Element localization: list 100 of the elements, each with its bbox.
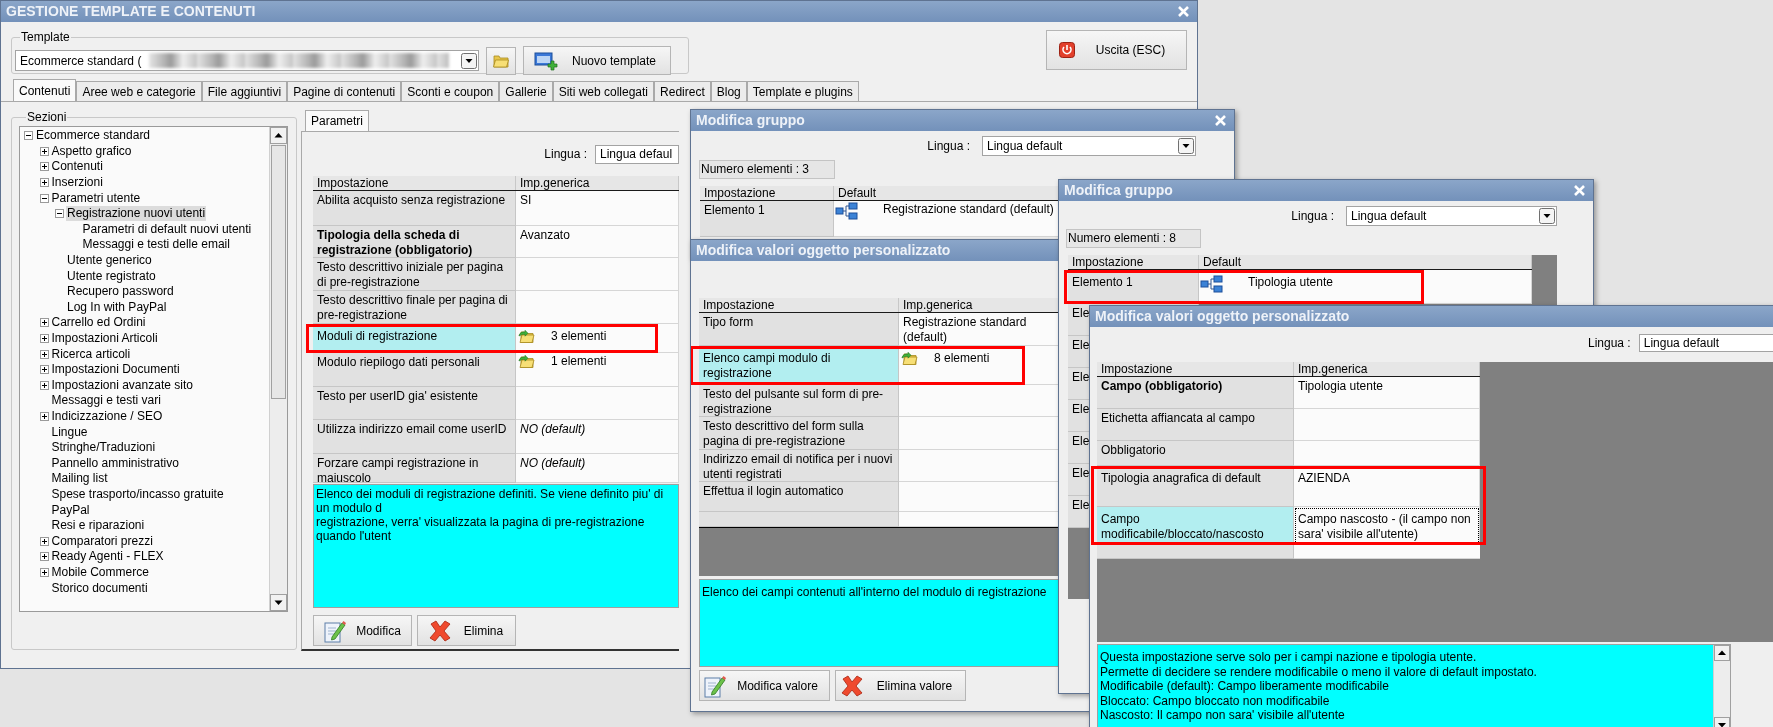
tree-item[interactable]: Ricerca articoli bbox=[50, 346, 132, 362]
tree-item[interactable]: Parametri utente bbox=[50, 190, 142, 206]
tab[interactable]: Contenuti bbox=[13, 79, 77, 101]
tab[interactable]: Redirect bbox=[654, 81, 711, 101]
language-dropdown[interactable]: Lingua defaul bbox=[595, 144, 679, 164]
tree-item[interactable]: Utente registrato bbox=[66, 268, 157, 284]
exit-button[interactable]: Uscita (ESC) bbox=[1046, 30, 1187, 70]
description-line: Modificabile (default): Campo liberamente modificabile bbox=[1100, 679, 1390, 694]
tree-item[interactable]: Messaggi e testi vari bbox=[50, 393, 162, 409]
setting-name: Campo (obbligatorio) bbox=[1097, 377, 1294, 409]
tree-item[interactable]: Messaggi e testi delle email bbox=[81, 237, 231, 253]
expand-icon[interactable] bbox=[39, 567, 49, 577]
tab[interactable]: Aree web e categorie bbox=[76, 81, 202, 101]
tab[interactable]: Sconti e coupon bbox=[401, 81, 500, 101]
setting-name: Indirizzo email di notifica per i nuovi utenti registrati bbox=[699, 450, 899, 482]
folder-icon bbox=[518, 329, 535, 344]
language-dropdown[interactable]: Lingua default bbox=[1346, 206, 1557, 226]
tree-item[interactable]: PayPal bbox=[50, 502, 91, 518]
tree-item[interactable]: Log In with PayPal bbox=[66, 299, 168, 315]
close-icon[interactable] bbox=[1215, 115, 1226, 126]
tab[interactable]: Parametri bbox=[305, 110, 369, 131]
close-icon[interactable] bbox=[1178, 6, 1189, 17]
edit-value-button[interactable]: Modifica valore bbox=[699, 670, 830, 701]
setting-name: Testo del pulsante sul form di pre-registrazione bbox=[699, 385, 899, 417]
column-header: Imp.generica bbox=[1294, 362, 1480, 376]
tree-item[interactable]: Ecommerce standard bbox=[35, 128, 152, 144]
tree-item[interactable]: Mobile Commerce bbox=[50, 564, 150, 580]
collapse-icon[interactable] bbox=[39, 193, 49, 203]
tree-item[interactable]: Lingue bbox=[50, 424, 89, 440]
expand-icon[interactable] bbox=[39, 365, 49, 375]
tree-item[interactable]: Recupero password bbox=[66, 284, 175, 300]
element-value: Tipologia utente bbox=[1248, 275, 1333, 290]
tree-item[interactable]: Impostazioni Documenti bbox=[50, 362, 181, 378]
language-dropdown[interactable]: Lingua default bbox=[982, 136, 1196, 156]
tree-item[interactable]: Resi e riparazioni bbox=[50, 518, 146, 534]
expand-icon[interactable] bbox=[39, 146, 49, 156]
tree-item[interactable]: Stringhe/Traduzioni bbox=[50, 440, 157, 456]
tab[interactable]: Blog bbox=[710, 81, 747, 101]
tree-item[interactable]: Storico documenti bbox=[50, 580, 149, 596]
close-icon[interactable] bbox=[1574, 185, 1585, 196]
tab[interactable]: Siti web collegati bbox=[552, 81, 655, 101]
setting-name: Tipologia della scheda di registrazione (obbligatorio) bbox=[313, 226, 516, 258]
tree-item[interactable]: Spese trasporto/incasso gratuite bbox=[50, 486, 225, 502]
expand-icon[interactable] bbox=[39, 536, 49, 546]
setting-name: Forzare campi registrazione in maiuscolo bbox=[313, 454, 516, 483]
expand-icon[interactable] bbox=[39, 334, 49, 343]
language-dropdown[interactable]: Lingua default bbox=[1638, 333, 1773, 352]
setting-value: Tipologia utente bbox=[1297, 378, 1384, 394]
setting-name: Testo descrittivo finale per pagina di pre-registrazione bbox=[313, 291, 516, 324]
collapse-icon[interactable] bbox=[24, 131, 33, 141]
field-label: Lingua : bbox=[544, 146, 587, 163]
group-label: Sezioni bbox=[26, 109, 68, 126]
column-header: Default bbox=[1199, 255, 1532, 269]
scroll-up-icon[interactable] bbox=[270, 127, 287, 144]
expand-icon[interactable] bbox=[39, 318, 49, 328]
expand-icon[interactable] bbox=[39, 552, 49, 562]
tree-item[interactable]: Impostazioni avanzate sito bbox=[50, 377, 194, 393]
tree-item[interactable]: Impostazioni Articoli bbox=[50, 331, 159, 346]
tab[interactable]: File aggiuntivi bbox=[201, 81, 288, 101]
edit-icon bbox=[324, 618, 346, 643]
scrollbar[interactable] bbox=[1713, 645, 1730, 727]
tree-item[interactable]: Utente generico bbox=[66, 253, 153, 269]
tree-item[interactable]: Comparatori prezzi bbox=[50, 533, 154, 549]
setting-value: AZIENDA bbox=[1297, 470, 1351, 486]
tree-item[interactable]: Pannello amministrativo bbox=[50, 455, 180, 471]
tree-item[interactable]: Inserzioni bbox=[50, 175, 104, 191]
setting-name: Testo per userID gia' esistente bbox=[313, 387, 516, 420]
scrollbar[interactable] bbox=[269, 127, 287, 611]
setting-name: Abilita acquisto senza registrazione bbox=[313, 191, 516, 226]
scroll-thumb[interactable] bbox=[271, 145, 286, 399]
tree-item[interactable]: Aspetto grafico bbox=[50, 143, 133, 159]
tab[interactable]: Gallerie bbox=[499, 81, 553, 101]
delete-value-button[interactable]: Elimina valore bbox=[835, 670, 966, 701]
expand-icon[interactable] bbox=[39, 380, 49, 390]
description-line: Permette di decidere se rendere modificabile o meno il valore di default impostato. bbox=[1100, 664, 1538, 679]
scroll-down-icon[interactable] bbox=[270, 594, 287, 611]
tree-item[interactable]: Mailing list bbox=[50, 471, 109, 487]
column-header: Impostazione bbox=[700, 186, 834, 200]
new-template-button[interactable]: Nuovo template bbox=[523, 46, 671, 75]
setting-value: Registrazione standard (default) bbox=[902, 314, 1028, 345]
tree-item[interactable]: Carrello ed Ordini bbox=[50, 315, 147, 331]
expand-icon[interactable] bbox=[39, 349, 49, 359]
expand-icon[interactable] bbox=[39, 178, 49, 188]
folder-icon bbox=[901, 351, 918, 366]
tab[interactable]: Pagine di contenuti bbox=[287, 81, 402, 101]
collapse-icon[interactable] bbox=[55, 209, 64, 219]
delete-button[interactable]: Elimina bbox=[417, 615, 516, 646]
tree-item[interactable]: Contenuti bbox=[50, 159, 104, 175]
tree-item[interactable]: Indicizzazione / SEO bbox=[50, 409, 164, 424]
scroll-up-icon[interactable] bbox=[1714, 645, 1730, 661]
language-dropdown[interactable]: Ecommerce standard ( bbox=[15, 50, 479, 71]
expand-icon[interactable] bbox=[39, 162, 49, 172]
tab[interactable]: Template e plugins bbox=[746, 81, 859, 101]
tree-item[interactable]: Registrazione nuovi utenti bbox=[66, 206, 207, 222]
column-header: Impostazione bbox=[1097, 362, 1294, 376]
tree-item[interactable]: Parametri di default nuovi utenti bbox=[81, 221, 253, 237]
edit-button[interactable]: Modifica bbox=[313, 615, 412, 646]
tree-item[interactable]: Ready Agenti - FLEX bbox=[50, 549, 165, 565]
expand-icon[interactable] bbox=[39, 412, 49, 421]
window-title: Modifica gruppo bbox=[696, 111, 805, 130]
